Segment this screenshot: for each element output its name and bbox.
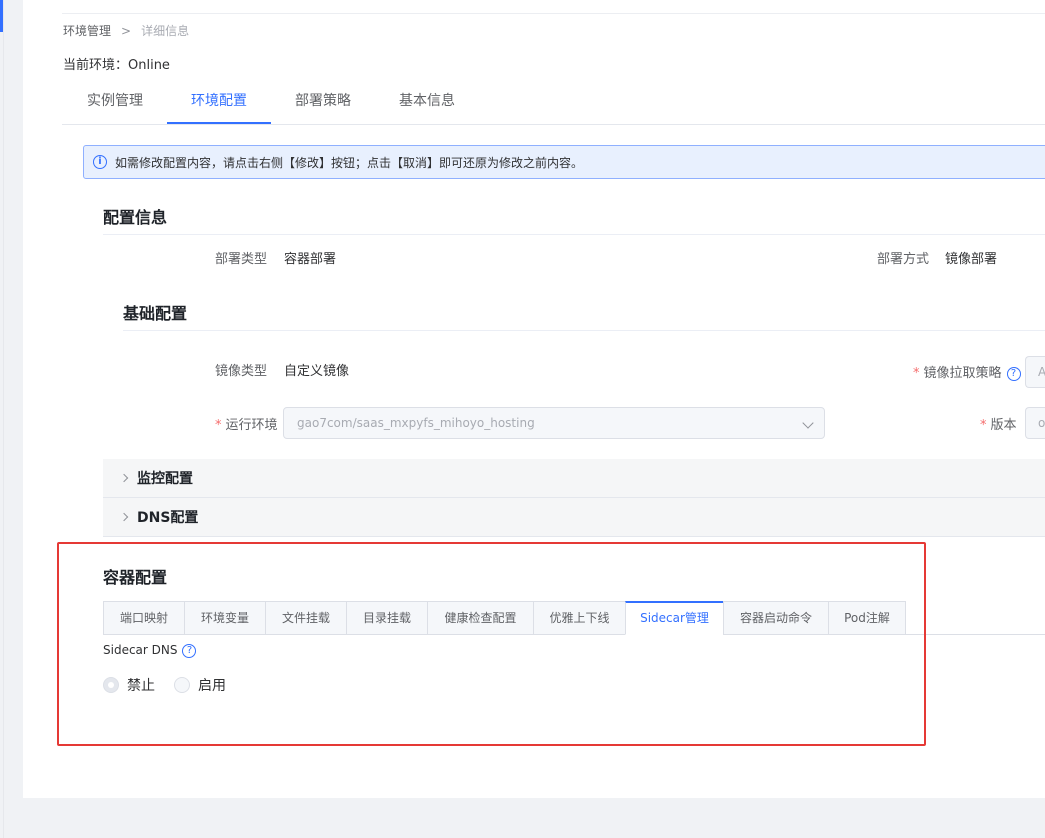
divider [103, 234, 1045, 235]
deploy-mode-value: 镜像部署 [945, 252, 998, 267]
info-alert: i 如需修改配置内容，请点击右侧【修改】按钮；点击【取消】即可还原为修改之前内容… [83, 145, 1045, 179]
pull-policy-select[interactable]: A [1025, 356, 1045, 388]
breadcrumb-current: 详细信息 [141, 24, 190, 38]
chevron-down-icon [802, 417, 814, 429]
required-mark: * [913, 366, 920, 381]
dns-config-label: DNS配置 [137, 510, 199, 526]
alert-text: 如需修改配置内容，请点击右侧【修改】按钮；点击【取消】即可还原为修改之前内容。 [115, 155, 584, 170]
pull-policy-text: 镜像拉取策略 [923, 366, 1002, 381]
info-icon: i [93, 155, 107, 169]
image-type-value: 自定义镜像 [284, 364, 350, 379]
breadcrumb-separator-icon: > [121, 23, 132, 38]
basic-config-title: 基础配置 [123, 304, 188, 323]
top-strip [62, 0, 1045, 14]
left-divider [3, 0, 4, 838]
runtime-text: 运行环境 [225, 418, 278, 433]
main-tabs: 实例管理 环境配置 部署策略 基本信息 [62, 84, 1045, 125]
deploy-type-value: 容器部署 [284, 252, 337, 267]
deploy-mode-label: 部署方式 [877, 252, 930, 267]
tab-env-config[interactable]: 环境配置 [167, 90, 271, 124]
chevron-right-icon [119, 473, 129, 483]
required-mark: * [215, 418, 222, 433]
breadcrumb: 环境管理 > 详细信息 [63, 22, 189, 39]
breadcrumb-root[interactable]: 环境管理 [63, 22, 111, 39]
dns-config-collapse[interactable]: DNS配置 [103, 498, 1045, 537]
runtime-select[interactable]: gao7com/saas_mxpyfs_mihoyo_hosting [283, 407, 825, 439]
monitor-config-collapse[interactable]: 监控配置 [103, 459, 1045, 498]
config-info-title: 配置信息 [103, 208, 168, 227]
current-env-label: 当前环境：Online [63, 58, 170, 73]
chevron-right-icon [119, 512, 129, 522]
help-icon[interactable]: ? [1006, 366, 1021, 381]
version-label: * 版本 [980, 414, 1017, 433]
divider [123, 330, 1045, 331]
version-text: 版本 [990, 418, 1017, 433]
deploy-type-label: 部署类型 [215, 252, 268, 267]
image-type-label: 镜像类型 [215, 364, 268, 379]
highlight-box [57, 542, 926, 746]
required-mark: * [980, 418, 987, 433]
runtime-label: * 运行环境 [215, 414, 278, 433]
monitor-config-label: 监控配置 [137, 471, 193, 487]
tab-basic-info[interactable]: 基本信息 [378, 90, 476, 124]
version-select[interactable]: o [1025, 407, 1045, 439]
tab-instance-management[interactable]: 实例管理 [66, 90, 164, 124]
tab-deploy-strategy[interactable]: 部署策略 [276, 90, 370, 124]
runtime-select-value: gao7com/saas_mxpyfs_mihoyo_hosting [297, 416, 535, 430]
pull-policy-label: * 镜像拉取策略? [913, 362, 1021, 381]
